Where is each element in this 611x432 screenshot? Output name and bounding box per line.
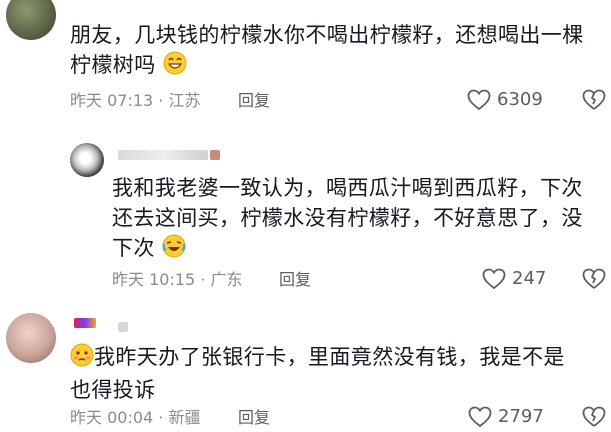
broken-heart-icon — [582, 89, 606, 110]
broken-heart-icon — [582, 268, 606, 289]
laugh-cry-emoji-icon — [162, 234, 186, 266]
dislike-button[interactable] — [582, 89, 606, 115]
comment-text-line: 下次 — [112, 236, 155, 260]
comment-text: 朋友，几块钱的柠檬水你不喝出柠檬籽，还想喝出一棵 柠檬树吗 — [70, 20, 610, 83]
heart-icon — [468, 406, 492, 428]
avatar[interactable] — [6, 0, 56, 40]
comment-text-line: 也得投诉 — [70, 378, 156, 402]
comment-text-line: 我昨天办了张银行卡，里面竟然没有钱，我是不是 — [94, 345, 565, 369]
dislike-button[interactable] — [582, 406, 606, 432]
avatar[interactable] — [70, 143, 104, 177]
heart-icon — [467, 89, 491, 111]
broken-heart-icon — [582, 406, 606, 427]
like-button[interactable]: 2797 — [468, 406, 544, 428]
comment-text-line: 柠檬树吗 — [70, 53, 156, 77]
like-button[interactable]: 247 — [482, 268, 546, 290]
comment-text-line: 朋友，几块钱的柠檬水你不喝出柠檬籽，还想喝出一棵 — [70, 23, 584, 47]
like-count: 2797 — [498, 406, 544, 427]
comment-meta: 昨天 00:04 · 新疆 — [70, 408, 201, 427]
reply-button[interactable]: 回复 — [238, 408, 270, 428]
grin-emoji-icon — [163, 51, 187, 83]
comment-text: 我昨天办了张银行卡，里面竟然没有钱，我是不是 也得投诉 — [70, 342, 610, 405]
reply-button[interactable]: 回复 — [238, 91, 270, 111]
like-button[interactable]: 6309 — [467, 89, 543, 111]
comment-meta: 昨天 07:13 · 江苏 — [70, 91, 201, 110]
like-count: 6309 — [497, 89, 543, 110]
embarrassed-emoji-icon — [70, 343, 94, 375]
heart-icon — [482, 268, 506, 290]
comment-text: 我和我老婆一致认为，喝西瓜汁喝到西瓜籽，下次 还去这间买，柠檬水没有柠檬籽，不好… — [112, 173, 611, 266]
badge-blurred — [118, 322, 128, 332]
reply-button[interactable]: 回复 — [279, 270, 311, 290]
avatar[interactable] — [6, 313, 56, 363]
badge-blurred — [210, 150, 220, 160]
username-blurred — [118, 150, 208, 160]
dislike-button[interactable] — [582, 268, 606, 294]
comment-text-line: 我和我老婆一致认为，喝西瓜汁喝到西瓜籽，下次 — [112, 176, 583, 200]
like-count: 247 — [512, 268, 547, 289]
comment-text-line: 还去这间买，柠檬水没有柠檬籽，不好意思了，没 — [112, 206, 583, 230]
username-blurred — [74, 318, 96, 328]
comment-meta: 昨天 10:15 · 广东 — [112, 270, 243, 289]
